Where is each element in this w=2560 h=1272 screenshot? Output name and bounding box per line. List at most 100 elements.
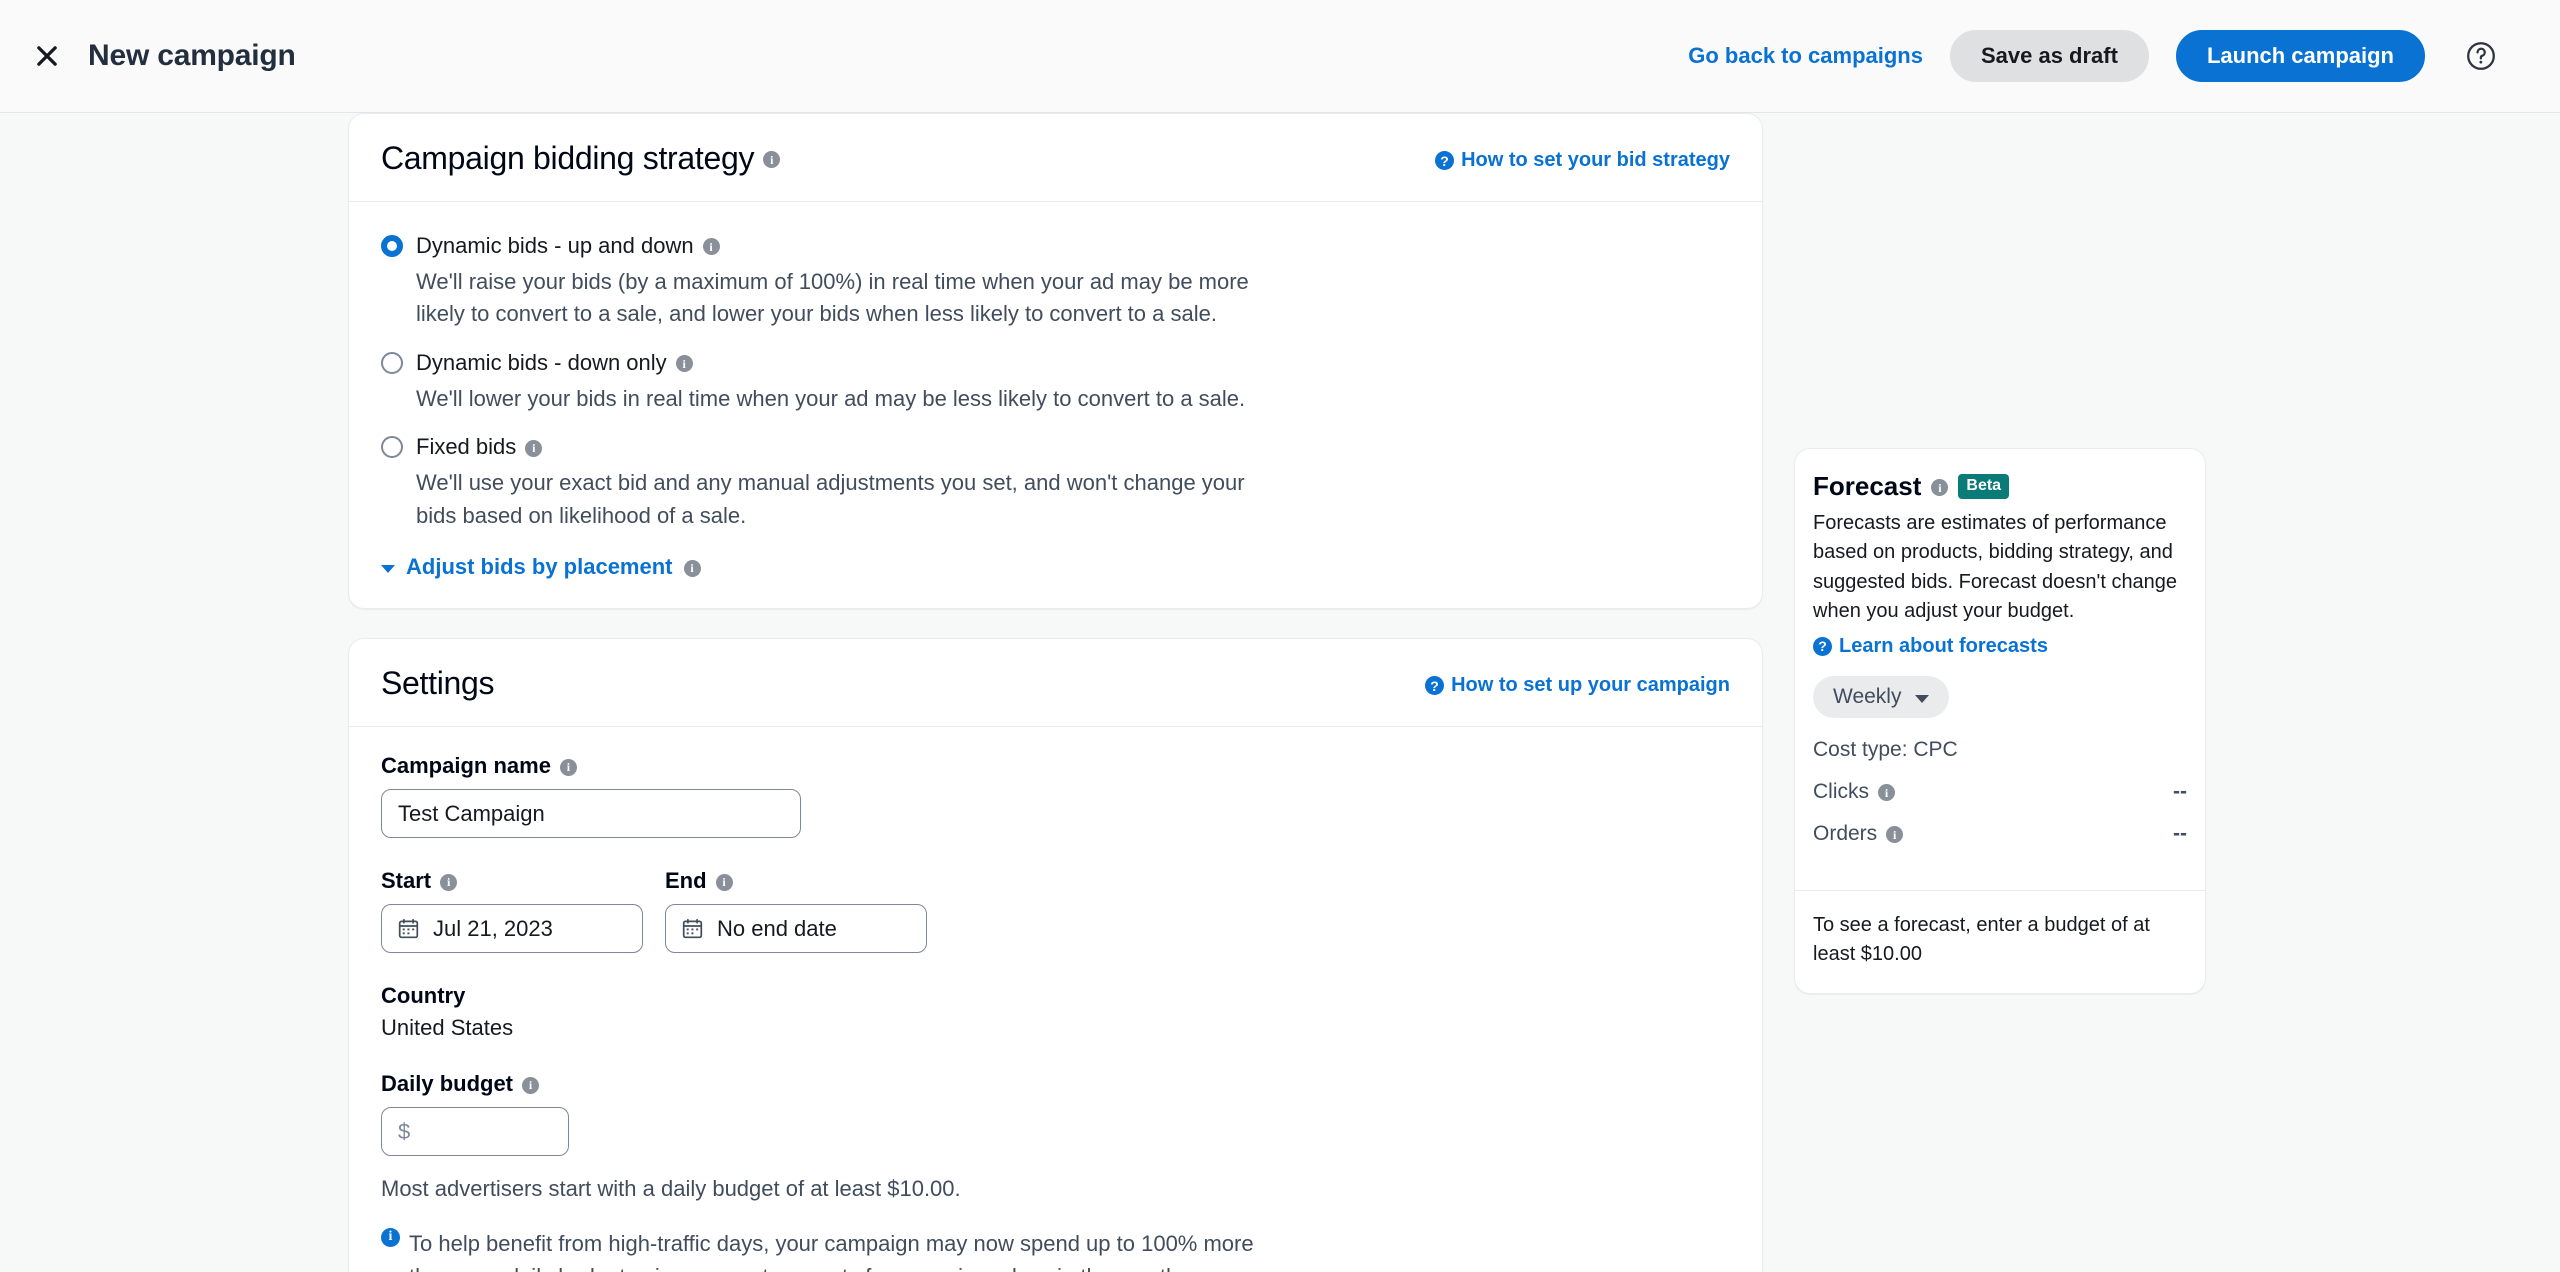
question-icon: ? xyxy=(1435,151,1455,170)
question-icon: ? xyxy=(1425,676,1445,696)
start-date-value: Jul 21, 2023 xyxy=(433,915,553,941)
settings-title-text: Settings xyxy=(381,665,495,702)
campaign-name-input[interactable]: Test Campaign xyxy=(381,789,801,839)
beta-badge: Beta xyxy=(1958,474,2010,499)
bidding-options-group: Dynamic bids - up and down i We'll raise… xyxy=(381,230,1730,532)
bidding-option-description: We'll use your exact bid and any manual … xyxy=(416,470,1245,528)
learn-about-forecasts-link[interactable]: ? Learn about forecasts xyxy=(1813,635,2187,658)
bidding-option-dynamic-down-only[interactable]: Dynamic bids - down only i xyxy=(381,347,1730,379)
bidding-strategy-title-text: Campaign bidding strategy xyxy=(381,140,755,176)
forecast-metric-label: Clicks i xyxy=(1813,780,1895,804)
info-icon[interactable]: i xyxy=(559,758,577,776)
chevron-down-icon xyxy=(1915,694,1930,703)
info-icon[interactable]: i xyxy=(702,238,720,256)
forecast-metric-orders: Orders i -- xyxy=(1813,822,2187,846)
forecast-description: Forecasts are estimates of performance b… xyxy=(1813,512,2178,623)
forecast-title-row: Forecast i Beta xyxy=(1813,471,2187,502)
page-content: Campaign bidding strategy i ? How to set… xyxy=(0,113,2560,1272)
daily-budget-note: i To help benefit from high-traffic days… xyxy=(381,1227,1286,1272)
radio-dynamic-down-only[interactable] xyxy=(381,351,403,374)
info-icon[interactable]: i xyxy=(440,873,458,891)
forecast-metric-value: -- xyxy=(2173,821,2187,845)
adjust-bids-by-placement-label: Adjust bids by placement xyxy=(406,554,673,580)
end-date-field: End i No end date xyxy=(665,868,927,954)
end-date-value: No end date xyxy=(717,915,837,941)
header-actions: Go back to campaigns Save as draft Launc… xyxy=(1688,29,2498,83)
close-icon[interactable] xyxy=(30,39,64,73)
daily-budget-label: Daily budget i xyxy=(381,1071,1730,1097)
daily-budget-helper-text: Most advertisers start with a daily budg… xyxy=(381,1176,961,1202)
bidding-option-label[interactable]: Dynamic bids - up and down i xyxy=(416,230,720,262)
bidding-option-label[interactable]: Dynamic bids - down only i xyxy=(416,347,693,379)
settings-header: Settings ? How to set up your campaign xyxy=(349,639,1762,728)
radio-dynamic-up-down[interactable] xyxy=(381,235,403,257)
bidding-option-label-text: Fixed bids xyxy=(416,434,517,460)
main-column: Campaign bidding strategy i ? How to set… xyxy=(348,113,1763,1272)
bidding-option-label-text: Dynamic bids - down only xyxy=(416,349,667,375)
forecast-metric-clicks: Clicks i -- xyxy=(1813,780,2187,804)
page-title: New campaign xyxy=(88,39,296,72)
daily-budget-input[interactable]: $ xyxy=(381,1107,569,1157)
end-date-input[interactable]: No end date xyxy=(665,904,927,954)
info-icon[interactable]: i xyxy=(1878,784,1895,802)
info-icon: i xyxy=(381,1227,400,1247)
daily-budget-field: Daily budget i $ xyxy=(381,1071,1730,1157)
chevron-down-icon xyxy=(381,565,395,574)
forecast-period-select[interactable]: Weekly xyxy=(1813,675,1950,718)
info-icon[interactable]: i xyxy=(525,439,543,457)
go-back-to-campaigns-link[interactable]: Go back to campaigns xyxy=(1688,43,1923,69)
bidding-strategy-card: Campaign bidding strategy i ? How to set… xyxy=(348,113,1763,610)
settings-card: Settings ? How to set up your campaign C… xyxy=(348,638,1763,1272)
bidding-option-fixed-bids[interactable]: Fixed bids i xyxy=(381,431,1730,463)
end-date-label-text: End xyxy=(665,868,707,894)
daily-budget-note-text: To help benefit from high-traffic days, … xyxy=(409,1230,1254,1272)
calendar-icon xyxy=(682,918,703,939)
forecast-cost-type: Cost type: CPC xyxy=(1813,737,1958,761)
radio-fixed-bids[interactable] xyxy=(381,436,403,459)
help-circle-icon[interactable] xyxy=(2464,39,2498,73)
settings-body: Campaign name i Test Campaign Start i Ju… xyxy=(349,727,1762,1272)
campaign-name-label-text: Campaign name xyxy=(381,753,551,779)
info-icon[interactable]: i xyxy=(1931,479,1949,496)
how-to-set-bid-strategy-link[interactable]: ? How to set your bid strategy xyxy=(1435,140,1730,172)
header-left-group: New campaign xyxy=(30,39,296,73)
bidding-option-label[interactable]: Fixed bids i xyxy=(416,431,543,463)
info-icon[interactable]: i xyxy=(1886,826,1904,844)
learn-about-forecasts-label: Learn about forecasts xyxy=(1839,634,2048,657)
country-value: United States xyxy=(381,1015,514,1041)
save-as-draft-button[interactable]: Save as draft xyxy=(1949,29,2149,83)
forecast-title: Forecast xyxy=(1813,471,1922,501)
settings-title: Settings xyxy=(381,665,495,702)
info-icon[interactable]: i xyxy=(763,151,781,168)
info-icon[interactable]: i xyxy=(683,559,701,577)
forecast-metric-label: Orders i xyxy=(1813,821,1904,846)
end-date-label: End i xyxy=(665,868,927,894)
bidding-strategy-header: Campaign bidding strategy i ? How to set… xyxy=(349,114,1762,202)
forecast-metric-label-text: Orders xyxy=(1813,821,1878,845)
forecast-body: Forecast i Beta Forecasts are estimates … xyxy=(1795,449,2205,868)
campaign-name-field: Campaign name i Test Campaign xyxy=(381,753,1730,839)
bidding-option-label-text: Dynamic bids - up and down xyxy=(416,233,694,258)
how-to-set-bid-strategy-label: How to set your bid strategy xyxy=(1461,149,1730,171)
info-icon[interactable]: i xyxy=(522,1076,540,1094)
question-icon: ? xyxy=(1813,636,1832,656)
info-icon[interactable]: i xyxy=(715,873,733,891)
bidding-option-dynamic-up-down[interactable]: Dynamic bids - up and down i xyxy=(381,230,1730,262)
info-icon[interactable]: i xyxy=(675,355,693,373)
forecast-panel: Forecast i Beta Forecasts are estimates … xyxy=(1794,448,2206,995)
bidding-strategy-title: Campaign bidding strategy i xyxy=(381,140,781,177)
calendar-icon xyxy=(398,918,419,939)
forecast-metric-value: -- xyxy=(2173,779,2187,803)
launch-campaign-button[interactable]: Launch campaign xyxy=(2175,29,2425,83)
start-date-input[interactable]: Jul 21, 2023 xyxy=(381,904,643,954)
forecast-footer-text: To see a forecast, enter a budget of at … xyxy=(1813,913,2150,965)
app-header: New campaign Go back to campaigns Save a… xyxy=(0,0,2560,113)
bidding-option-description: We'll raise your bids (by a maximum of 1… xyxy=(416,268,1249,327)
how-to-set-up-campaign-link[interactable]: ? How to set up your campaign xyxy=(1425,665,1730,697)
daily-budget-label-text: Daily budget xyxy=(381,1071,514,1097)
adjust-bids-by-placement-toggle[interactable]: Adjust bids by placement i xyxy=(381,554,1730,580)
bidding-strategy-body: Dynamic bids - up and down i We'll raise… xyxy=(349,202,1762,608)
forecast-period-value: Weekly xyxy=(1833,684,1902,708)
start-date-label: Start i xyxy=(381,868,643,894)
start-date-field: Start i Jul 21, 2023 xyxy=(381,868,643,954)
